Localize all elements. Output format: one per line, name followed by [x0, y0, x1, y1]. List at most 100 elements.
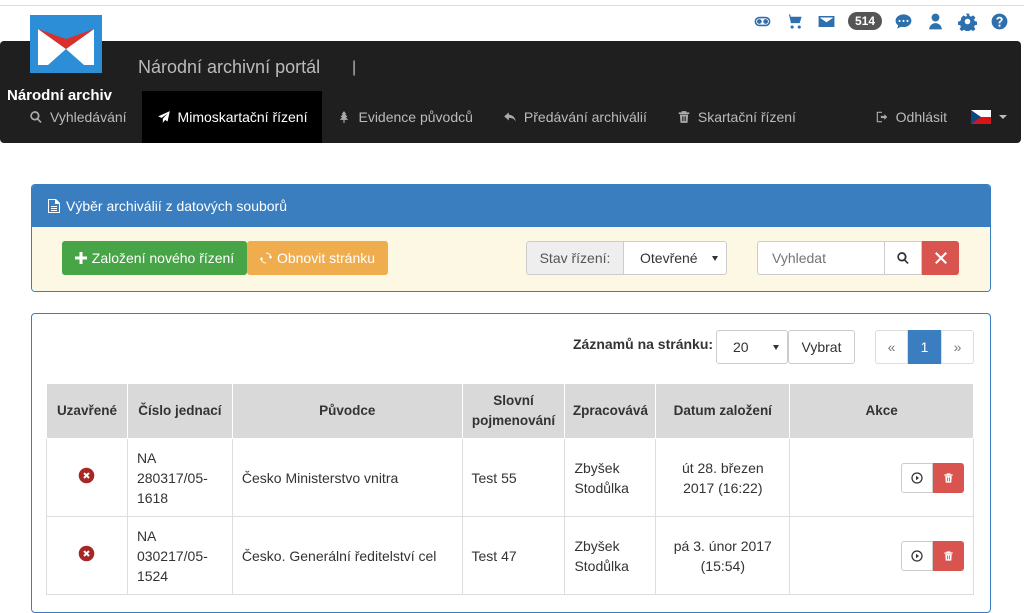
closed-cell: [46, 516, 128, 595]
column-header-number[interactable]: Číslo jednací: [126, 383, 233, 439]
per-page-value: 20: [733, 339, 749, 355]
delete-row-button[interactable]: [933, 462, 964, 493]
table-row[interactable]: NA 280317/05-1618 Česko Ministerstvo vni…: [46, 438, 974, 517]
play-circle-icon: [911, 549, 923, 562]
envelope-icon[interactable]: [816, 10, 838, 32]
new-procedure-label: Založení nového řízení: [91, 250, 235, 266]
column-header-date[interactable]: Datum založení: [655, 383, 791, 439]
refresh-page-label: Obnovit stránku: [276, 250, 376, 266]
state-select-value: Otevřené: [640, 250, 698, 266]
nav-item-label: Vyhledávání: [50, 109, 127, 125]
trash-icon: [944, 472, 953, 483]
table-header-row: Uzavřené Číslo jednací Původce Slovní po…: [46, 383, 974, 439]
chevron-down-icon: [999, 115, 1007, 119]
search-input[interactable]: [757, 241, 885, 275]
number-cell: NA 030217/05-1524: [126, 516, 233, 595]
pagination: « 1 »: [875, 330, 974, 364]
filter-panel: Výběr archiválií z datových souborů Zalo…: [31, 184, 991, 292]
nav-item-predavani-archivalii[interactable]: Předávání archiválií: [488, 91, 662, 143]
filter-panel-body: Založení nového řízení Obnovit stránku S…: [32, 227, 990, 291]
row-actions: [799, 540, 964, 571]
nav-item-label: Skartační řízení: [697, 109, 796, 125]
paper-plane-icon: [157, 111, 170, 123]
delete-row-button[interactable]: [933, 540, 964, 571]
trash-icon: [944, 550, 953, 561]
number-cell: NA 280317/05-1618: [126, 438, 233, 517]
originator-cell: Česko Ministerstvo vnitra: [231, 438, 463, 517]
nav-item-skartacni-rizeni[interactable]: Skartační řízení: [662, 91, 811, 143]
row-actions: [799, 462, 964, 493]
help-icon[interactable]: [988, 10, 1010, 32]
nav-item-label: Mimoskartační řízení: [177, 109, 308, 125]
notification-count-badge[interactable]: 514: [847, 12, 882, 30]
chevron-down-icon: [773, 345, 779, 350]
state-select[interactable]: Otevřené: [623, 241, 727, 275]
logout-link[interactable]: Odhlásit: [875, 91, 947, 143]
reply-icon: [504, 112, 516, 122]
records-table: Uzavřené Číslo jednací Původce Slovní po…: [46, 383, 974, 595]
nav-item-label: Evidence původců: [358, 109, 473, 125]
per-page-label: Záznamů na stránku:: [573, 336, 714, 352]
times-circle-icon: [79, 467, 95, 483]
records-panel: Záznamů na stránku: 20 Vybrat « 1 » Uzav…: [31, 313, 991, 613]
nav-item-label: Předávání archiválií: [523, 109, 647, 125]
nav-item-search[interactable]: Vyhledávání: [14, 91, 142, 143]
tree-icon: [340, 111, 349, 123]
refresh-icon: [259, 252, 272, 264]
close-icon: [934, 252, 947, 264]
gear-icon[interactable]: [956, 10, 978, 32]
times-circle-icon: [79, 545, 95, 561]
trash-icon: [678, 111, 690, 123]
logo-emblem: [30, 15, 102, 73]
user-icon[interactable]: [924, 10, 946, 32]
main-menu: Vyhledávání Mimoskartační řízení Evidenc…: [14, 91, 811, 143]
filter-panel-title: Výběr archiválií z datových souborů: [66, 198, 287, 214]
play-circle-icon: [911, 471, 923, 484]
open-row-button[interactable]: [901, 540, 933, 571]
filter-panel-header: Výběr archiválií z datových souborů: [32, 185, 990, 227]
name-cell: Test 47: [461, 516, 566, 595]
refresh-page-button[interactable]: Obnovit stránku: [247, 241, 388, 275]
brand-separator: |: [352, 59, 357, 76]
comments-icon[interactable]: [892, 10, 914, 32]
actions-cell: [789, 516, 974, 595]
pagination-next[interactable]: »: [941, 330, 974, 364]
column-header-processor[interactable]: Zpracovává: [564, 383, 657, 439]
search-icon: [897, 252, 909, 265]
date-cell: út 28. březen 2017 (16:22): [655, 438, 791, 517]
toggle-icon[interactable]: [752, 10, 774, 32]
plus-icon: [74, 252, 87, 264]
portal-title[interactable]: Národní archivní portál: [138, 57, 320, 78]
logout-label: Odhlásit: [895, 109, 947, 125]
main-navbar: Národní archiv Národní archivní portál |…: [0, 15, 1021, 143]
top-icon-bar: 514: [752, 10, 1010, 32]
search-button[interactable]: [884, 241, 922, 275]
select-per-page-button[interactable]: Vybrat: [788, 330, 855, 364]
top-strip: [0, 0, 1024, 6]
per-page-select[interactable]: 20: [716, 330, 788, 364]
closed-cell: [46, 438, 128, 517]
search-icon: [30, 111, 42, 124]
cart-icon[interactable]: [784, 10, 806, 32]
state-label: Stav řízení:: [526, 241, 624, 275]
nav-right: Odhlásit: [875, 91, 1007, 143]
actions-cell: [789, 438, 974, 517]
nav-item-evidence-puvodcu[interactable]: Evidence původců: [322, 91, 487, 143]
name-cell: Test 55: [461, 438, 566, 517]
column-header-closed[interactable]: Uzavřené: [46, 383, 128, 439]
nav-item-mimoskartacni-rizeni[interactable]: Mimoskartační řízení: [141, 91, 323, 143]
new-procedure-button[interactable]: Založení nového řízení: [62, 241, 247, 275]
table-row[interactable]: NA 030217/05-1524 Česko. Generální ředit…: [46, 516, 974, 595]
czech-flag-icon: [971, 110, 991, 124]
processor-cell: Zbyšek Stodůlka: [564, 438, 657, 517]
open-row-button[interactable]: [901, 462, 933, 493]
date-cell: pá 3. únor 2017 (15:54): [655, 516, 791, 595]
chevron-down-icon: [712, 256, 718, 261]
column-header-originator[interactable]: Původce: [231, 383, 463, 439]
column-header-name[interactable]: Slovní pojmenování: [461, 383, 566, 439]
pagination-page[interactable]: 1: [908, 330, 941, 364]
language-dropdown[interactable]: [971, 110, 1007, 124]
processor-cell: Zbyšek Stodůlka: [564, 516, 657, 595]
pagination-prev[interactable]: «: [875, 330, 908, 364]
clear-search-button[interactable]: [922, 241, 959, 275]
